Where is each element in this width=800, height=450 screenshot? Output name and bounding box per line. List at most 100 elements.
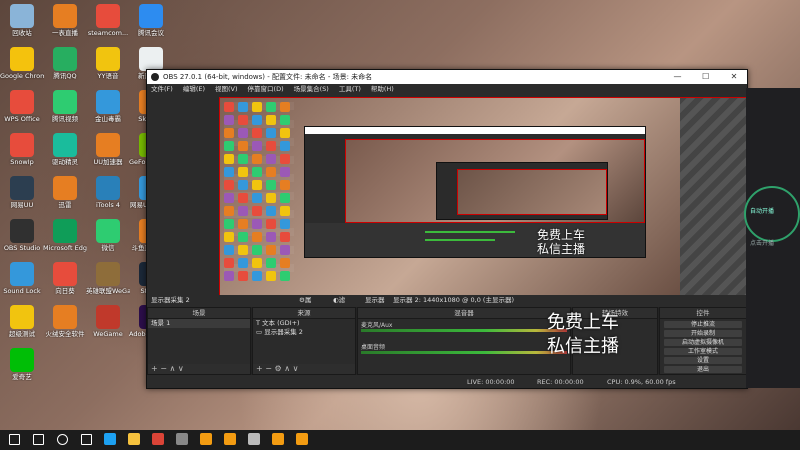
search-taskbar-icon[interactable] bbox=[30, 432, 46, 448]
maximize-button[interactable]: ☐ bbox=[693, 70, 719, 84]
desktop-icon[interactable]: SnowIp bbox=[0, 131, 44, 175]
source-item[interactable]: ▭ 显示器采集 2 bbox=[253, 328, 355, 337]
settings-taskbar-icon[interactable] bbox=[246, 432, 262, 448]
menu-item[interactable]: 编辑(E) bbox=[183, 85, 205, 93]
preview-mini-icon bbox=[224, 154, 234, 164]
desktop-icon[interactable]: 微信 bbox=[86, 217, 130, 261]
menu-item[interactable]: 工具(T) bbox=[339, 85, 361, 93]
filters-button[interactable]: ◐ 滤镜 bbox=[333, 295, 345, 315]
sources-toolbar[interactable]: + − ⚙ ∧ ∨ bbox=[253, 364, 355, 374]
menu-item[interactable]: 场景集合(S) bbox=[294, 85, 329, 93]
menu-item[interactable]: 文件(F) bbox=[151, 85, 173, 93]
edge-taskbar-icon[interactable] bbox=[102, 432, 118, 448]
preview-mini-icon bbox=[280, 245, 290, 255]
auto-start-label: 自动开播 bbox=[750, 208, 775, 215]
desktop-icon[interactable]: Google Chrome bbox=[0, 45, 44, 89]
obs-taskbar-icon[interactable] bbox=[174, 432, 190, 448]
preview-mini-icon bbox=[252, 258, 262, 268]
desktop-icon[interactable]: Sound Lock bbox=[0, 260, 44, 304]
controls-title: 控件 bbox=[660, 308, 746, 319]
wechat-icon bbox=[96, 219, 120, 243]
preview-mini-icon bbox=[266, 128, 276, 138]
app-taskbar-icon[interactable] bbox=[294, 432, 310, 448]
preview-mini-icon bbox=[224, 245, 234, 255]
desktop-icon[interactable]: UU加速器 bbox=[86, 131, 130, 175]
scene-item[interactable]: 场景 1 bbox=[148, 319, 250, 328]
desktop-icon[interactable]: YY语音 bbox=[86, 45, 130, 89]
app-icon bbox=[296, 433, 308, 445]
desktop-icon[interactable]: WPS Office bbox=[0, 88, 44, 132]
close-button[interactable]: ✕ bbox=[721, 70, 747, 84]
desktop-icon[interactable]: 腾讯视频 bbox=[43, 88, 87, 132]
app-taskbar-icon[interactable] bbox=[270, 432, 286, 448]
app-taskbar-icon[interactable] bbox=[198, 432, 214, 448]
desktop-icon-label: 微信 bbox=[101, 244, 115, 252]
start-taskbar-icon[interactable] bbox=[6, 432, 22, 448]
desktop-icon[interactable]: 向日葵 bbox=[43, 260, 87, 304]
preview-mini-icon bbox=[224, 141, 234, 151]
desktop-icon-label: 向日葵 bbox=[55, 287, 75, 295]
preview-mini-icon bbox=[238, 102, 248, 112]
source-info-bar: 显示器采集 2 ⚙ 属性 ◐ 滤镜 显示器 显示器 2: 1440x1080 @… bbox=[147, 295, 747, 315]
preview-mini-icon bbox=[224, 102, 234, 112]
desktop-icon-label: YY语音 bbox=[97, 72, 119, 80]
menu-item[interactable]: 帮助(H) bbox=[371, 85, 394, 93]
track-name: 麦克风/Aux bbox=[361, 322, 393, 329]
exit-button[interactable]: 退出 bbox=[664, 366, 742, 373]
explorer-icon bbox=[128, 433, 140, 445]
streaming-companion-window[interactable]: 自动开播 点击开播 bbox=[744, 88, 800, 388]
desktop-icon[interactable]: 英雄联盟WeGame版 bbox=[86, 260, 130, 304]
preview-mini-icon bbox=[238, 128, 248, 138]
task-view-taskbar-icon[interactable] bbox=[78, 432, 94, 448]
chrome-icon bbox=[10, 47, 34, 71]
start-recording-button[interactable]: 开始录制 bbox=[664, 330, 742, 337]
stop-streaming-button[interactable]: 停止推流 bbox=[664, 321, 742, 328]
source-item[interactable]: T 文本 (GDI+) bbox=[253, 319, 355, 328]
desktop-icon[interactable]: 爱奇艺 bbox=[0, 346, 44, 390]
obs-window[interactable]: OBS 27.0.1 (64-bit, windows) - 配置文件: 未命名… bbox=[146, 69, 748, 389]
desktop-icon[interactable]: 超级测试 bbox=[0, 303, 44, 347]
preview-mini-icon bbox=[280, 141, 290, 151]
desktop-icon[interactable]: 驱动精灵 bbox=[43, 131, 87, 175]
preview-desktop-icons bbox=[224, 102, 294, 282]
settings-button[interactable]: 设置 bbox=[664, 357, 742, 364]
menu-item[interactable]: 停靠窗口(D) bbox=[248, 85, 284, 93]
desktop-icon[interactable]: steamcom... bbox=[86, 2, 130, 46]
display-select[interactable]: 显示器 2: 1440x1080 @ 0,0 (主显示器) bbox=[393, 295, 514, 306]
live-status: LIVE: 00:00:00 bbox=[467, 378, 515, 386]
app-icon bbox=[53, 4, 77, 28]
properties-button[interactable]: ⚙ 属性 bbox=[299, 295, 311, 315]
explorer-taskbar-icon[interactable] bbox=[126, 432, 142, 448]
preview-mini-icon bbox=[266, 180, 276, 190]
chrome-taskbar-icon[interactable] bbox=[150, 432, 166, 448]
desktop-icon[interactable]: 网易UU bbox=[0, 174, 44, 218]
desktop-icon[interactable]: 迅雷 bbox=[43, 174, 87, 218]
desktop-icon[interactable]: 腾讯QQ bbox=[43, 45, 87, 89]
sources-title: 来源 bbox=[253, 308, 355, 319]
app-taskbar-icon[interactable] bbox=[222, 432, 238, 448]
desktop-icon[interactable]: 回收站 bbox=[0, 2, 44, 46]
minimize-button[interactable]: — bbox=[665, 70, 691, 84]
desktop-icon-label: 腾讯视频 bbox=[52, 115, 78, 123]
desktop-icon[interactable]: iTools 4 bbox=[86, 174, 130, 218]
desktop-icon-label: WeGame bbox=[93, 330, 123, 338]
desktop-icon[interactable]: 火绒安全软件 bbox=[43, 303, 87, 347]
preview-canvas[interactable] bbox=[219, 97, 747, 296]
desktop-icon[interactable]: 金山毒霸 bbox=[86, 88, 130, 132]
cortana-taskbar-icon[interactable] bbox=[54, 432, 70, 448]
desktop-icon[interactable]: OBS Studio bbox=[0, 217, 44, 261]
menu-bar: 文件(F) 编辑(E) 视图(V) 停靠窗口(D) 场景集合(S) 工具(T) 帮助(H) bbox=[147, 84, 747, 94]
preview-mini-icon bbox=[224, 180, 234, 190]
obs-titlebar[interactable]: OBS 27.0.1 (64-bit, windows) - 配置文件: 未命名… bbox=[147, 70, 747, 84]
desktop-icon-label: 驱动精灵 bbox=[52, 158, 78, 166]
desktop-icon[interactable]: 腾讯会议 bbox=[129, 2, 173, 46]
desktop-icon[interactable]: 一表直播 bbox=[43, 2, 87, 46]
studio-mode-button[interactable]: 工作室模式 bbox=[664, 348, 742, 355]
scenes-toolbar[interactable]: + − ∧ ∨ bbox=[148, 364, 250, 374]
preview-mini-icon bbox=[252, 245, 262, 255]
desktop-icon[interactable]: Microsoft Edge bbox=[43, 217, 87, 261]
menu-item[interactable]: 视图(V) bbox=[215, 85, 238, 93]
game-icon bbox=[96, 262, 120, 286]
virtual-camera-button[interactable]: 启动虚拟摄像机 bbox=[664, 339, 742, 346]
desktop-icon[interactable]: WeGame bbox=[86, 303, 130, 347]
